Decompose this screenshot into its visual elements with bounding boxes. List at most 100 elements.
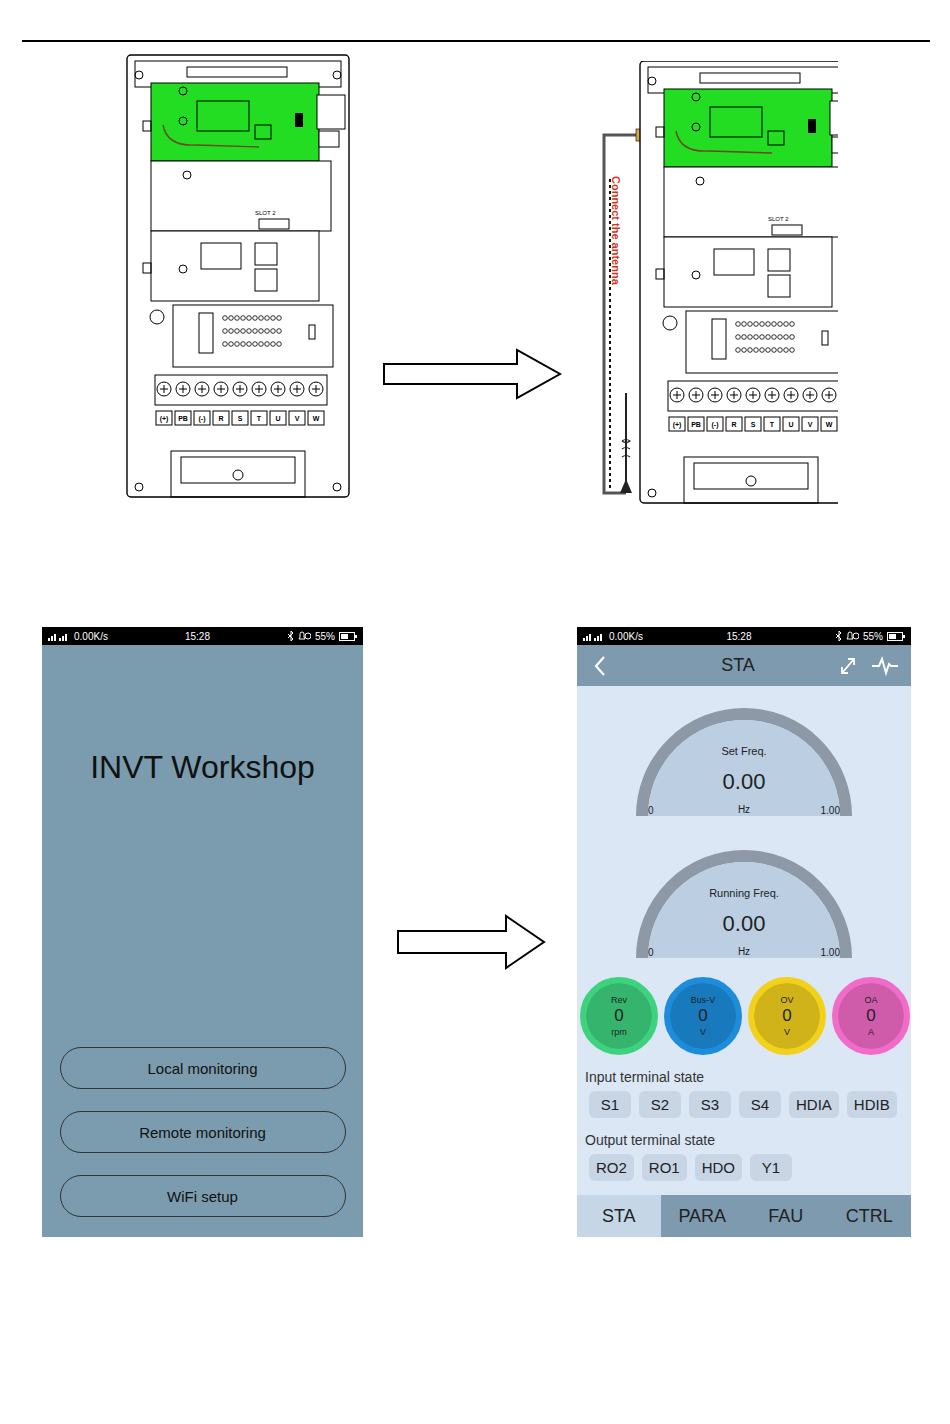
output-terminal-title: Output terminal state (585, 1132, 715, 1148)
notification-icons (835, 631, 859, 641)
meter: Rev0rpm (580, 977, 658, 1055)
svg-text:0.00: 0.00 (723, 911, 766, 936)
expand-icon[interactable] (839, 656, 857, 676)
svg-text:V: V (808, 421, 813, 428)
battery-icon (887, 632, 905, 641)
menu-button[interactable]: Remote monitoring (60, 1111, 346, 1153)
inverter-drawing: Connect the antenna SLOT 2 (+) PB (-) R S T U V W (598, 61, 838, 507)
svg-text:Hz: Hz (738, 946, 750, 957)
meter: OA0A (832, 977, 910, 1055)
inverter-body: SLOT 2(+)PB(-)RSTUVW (127, 55, 349, 497)
terminal: U (270, 382, 286, 425)
frequency-gauge: Running Freq.0.00Hz01.00 (632, 841, 856, 958)
signal-icon (583, 632, 605, 641)
input-terminal-title: Input terminal state (585, 1069, 704, 1085)
header-rule (22, 40, 930, 42)
terminal: (-) (194, 382, 210, 425)
status-bar: 0.00K/s 15:28 55% (42, 627, 363, 645)
svg-text:T: T (770, 421, 775, 428)
right-arrow-icon (382, 348, 564, 400)
svg-text:0: 0 (648, 805, 654, 816)
clock: 15:28 (726, 631, 751, 642)
svg-text:W: W (826, 421, 833, 428)
app-title: INVT Workshop (90, 749, 315, 786)
terminal: S (232, 382, 248, 425)
net-speed: 0.00K/s (74, 631, 108, 642)
slot-label: SLOT 2 (768, 216, 789, 222)
notification-icons (287, 631, 311, 641)
terminal: W (821, 388, 837, 431)
back-icon[interactable] (593, 655, 607, 677)
output-terminal: RO1 (642, 1154, 687, 1181)
svg-text:PB: PB (178, 415, 188, 422)
meter: Bus-V0V (664, 977, 742, 1055)
svg-text:(+): (+) (673, 421, 682, 429)
battery-icon (339, 632, 357, 641)
terminal: T (764, 388, 780, 431)
terminal: (+) (669, 388, 685, 431)
svg-text:(-): (-) (712, 421, 719, 429)
svg-text:U: U (788, 421, 793, 428)
input-terminal: S1 (589, 1091, 631, 1118)
svg-text:Set Freq.: Set Freq. (721, 745, 766, 757)
battery-level: 55% (863, 631, 883, 642)
menu-button[interactable]: WiFi setup (60, 1175, 346, 1217)
net-speed: 0.00K/s (609, 631, 643, 642)
app-screens: 0.00K/s 15:28 55% INVT Workshop Local monito… (0, 627, 950, 1237)
right-arrow-icon (396, 914, 548, 970)
meter-row: Rev0rpmBus-V0VOV0VOA0A (580, 977, 910, 1055)
tab[interactable]: PARA (661, 1195, 745, 1237)
tab[interactable]: STA (577, 1195, 661, 1237)
terminal: V (289, 382, 305, 425)
svg-text:PB: PB (691, 421, 701, 428)
svg-text:R: R (218, 415, 223, 422)
input-terminal: HDIB (847, 1091, 897, 1118)
app-header: STA (577, 645, 911, 686)
svg-text:V: V (295, 415, 300, 422)
svg-text:T: T (257, 415, 262, 422)
wifi-card (151, 83, 319, 161)
svg-text:0: 0 (648, 947, 654, 958)
terminal: S (745, 388, 761, 431)
tab[interactable]: FAU (744, 1195, 828, 1237)
svg-text:(+): (+) (160, 415, 169, 423)
tab[interactable]: CTRL (828, 1195, 912, 1237)
clock: 15:28 (185, 631, 210, 642)
svg-text:1.00: 1.00 (821, 947, 841, 958)
svg-text:S: S (751, 421, 756, 428)
input-terminal: S3 (689, 1091, 731, 1118)
terminal: V (802, 388, 818, 431)
input-terminal: HDIA (789, 1091, 839, 1118)
signal-icon (48, 632, 70, 641)
terminal: U (783, 388, 799, 431)
svg-text:(-): (-) (199, 415, 206, 423)
input-terminal: S2 (639, 1091, 681, 1118)
terminal: T (251, 382, 267, 425)
output-terminal: RO2 (589, 1154, 634, 1181)
svg-text:R: R (731, 421, 736, 428)
terminal: (-) (707, 388, 723, 431)
meter: OV0V (748, 977, 826, 1055)
status-bar: 0.00K/s 15:28 55% (577, 627, 911, 645)
inverter-body: SLOT 2 (+) PB (-) R S T U V W (640, 61, 838, 503)
svg-text:S: S (238, 415, 243, 422)
antenna-label: Connect the antenna (610, 176, 622, 286)
input-terminal: S4 (739, 1091, 781, 1118)
slot-label: SLOT 2 (255, 210, 276, 216)
terminal: R (726, 388, 742, 431)
waveform-icon[interactable] (871, 656, 899, 676)
output-terminal: HDO (695, 1154, 742, 1181)
menu-button[interactable]: Local monitoring (60, 1047, 346, 1089)
battery-level: 55% (315, 631, 335, 642)
terminal: PB (175, 382, 191, 425)
svg-text:0.00: 0.00 (723, 769, 766, 794)
inverter-drawing: SLOT 2(+)PB(-)RSTUVW (126, 54, 352, 500)
manual-page: SLOT 2 (+) PB (-) R S T U V W Connect the antenna S… (0, 0, 950, 1424)
terminal: PB (688, 388, 704, 431)
terminal: (+) (156, 382, 172, 425)
svg-text:Hz: Hz (738, 804, 750, 815)
svg-text:U: U (275, 415, 280, 422)
output-terminal: Y1 (750, 1154, 792, 1181)
header-title: STA (637, 655, 839, 676)
wifi-card (664, 89, 832, 167)
